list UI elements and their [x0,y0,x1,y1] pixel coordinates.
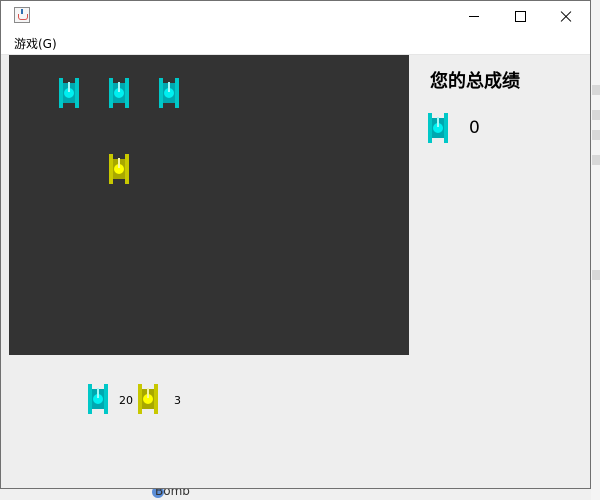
minimize-button[interactable] [451,1,497,32]
game-board[interactable] [9,55,409,355]
background-ide-strip: Bomb [0,489,591,500]
close-button[interactable] [543,1,589,32]
player-lives-count: 3 [174,394,181,407]
enemy-tank-icon [428,113,448,143]
enemy-tank-icon [159,78,179,108]
enemy-tank-icon [109,78,129,108]
player-tank-icon [138,384,158,414]
menu-game[interactable]: 游戏(G) [14,35,57,52]
java-app-icon[interactable] [14,7,30,23]
enemy-tank-icon [59,78,79,108]
score-title: 您的总成绩 [430,71,520,92]
game-window: 游戏(G) 您的总成绩 0 20 3 [0,0,591,489]
menu-bar: 游戏(G) [1,32,590,55]
player-tank-icon [109,154,129,184]
maximize-button[interactable] [497,1,543,32]
enemy-tank-icon [88,384,108,414]
title-bar[interactable] [1,1,590,32]
score-value: 0 [469,118,480,138]
background-ide-edge [591,0,600,500]
background-ide-text: Bomb [155,489,190,498]
enemy-remaining-count: 20 [119,394,133,407]
